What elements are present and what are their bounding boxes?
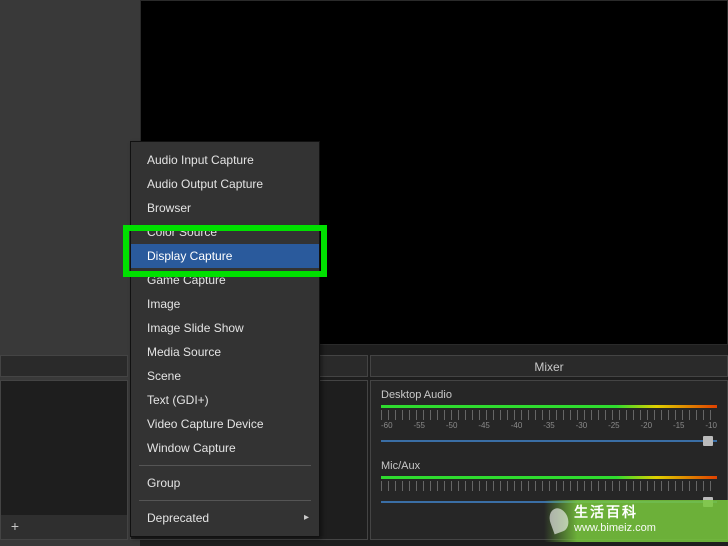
- menu-item-text-gdi[interactable]: Text (GDI+): [131, 388, 319, 412]
- add-source-button[interactable]: +: [7, 519, 23, 535]
- leaf-icon: [546, 506, 571, 535]
- menu-separator: [139, 465, 311, 466]
- mixer-panel-header: Mixer: [370, 355, 728, 377]
- mixer-channel: Desktop Audio -60 -55 -50 -45 -40 -35 -3…: [381, 389, 717, 446]
- vu-scale: [381, 410, 717, 420]
- menu-item-deprecated[interactable]: Deprecated: [131, 506, 319, 530]
- menu-item-media-source[interactable]: Media Source: [131, 340, 319, 364]
- menu-item-group[interactable]: Group: [131, 471, 319, 495]
- sources-toolbar: +: [1, 515, 127, 539]
- vu-scale: [381, 481, 717, 491]
- vu-tick: -60: [381, 421, 393, 430]
- mixer-channel-name: Desktop Audio: [381, 389, 717, 401]
- vu-tick: -55: [413, 421, 425, 430]
- menu-item-display-capture[interactable]: Display Capture: [131, 244, 319, 268]
- menu-separator: [139, 500, 311, 501]
- sources-panel: +: [0, 380, 128, 540]
- vu-tick: -30: [576, 421, 588, 430]
- menu-item-browser[interactable]: Browser: [131, 196, 319, 220]
- menu-item-image-slide-show[interactable]: Image Slide Show: [131, 316, 319, 340]
- menu-item-scene[interactable]: Scene: [131, 364, 319, 388]
- menu-item-audio-output-capture[interactable]: Audio Output Capture: [131, 172, 319, 196]
- vu-tick: -15: [673, 421, 685, 430]
- vu-tick: -25: [608, 421, 620, 430]
- add-source-context-menu[interactable]: Audio Input Capture Audio Output Capture…: [130, 141, 320, 537]
- menu-item-video-capture-device[interactable]: Video Capture Device: [131, 412, 319, 436]
- watermark: 生活百科 www.bimeiz.com: [544, 500, 728, 542]
- menu-item-color-source[interactable]: Color Source: [131, 220, 319, 244]
- vu-meter: [381, 405, 717, 408]
- vu-labels: -60 -55 -50 -45 -40 -35 -30 -25 -20 -15 …: [381, 421, 717, 430]
- watermark-title: 生活百科: [574, 502, 720, 522]
- vu-tick: -35: [543, 421, 555, 430]
- menu-item-image[interactable]: Image: [131, 292, 319, 316]
- vu-meter: [381, 476, 717, 479]
- slider-knob[interactable]: [703, 436, 713, 446]
- vu-tick: -40: [511, 421, 523, 430]
- vu-tick: -45: [478, 421, 490, 430]
- menu-item-audio-input-capture[interactable]: Audio Input Capture: [131, 148, 319, 172]
- vu-tick: -10: [705, 421, 717, 430]
- volume-slider[interactable]: [381, 436, 717, 446]
- menu-item-window-capture[interactable]: Window Capture: [131, 436, 319, 460]
- menu-item-game-capture[interactable]: Game Capture: [131, 268, 319, 292]
- vu-tick: -50: [446, 421, 458, 430]
- watermark-url: www.bimeiz.com: [574, 522, 720, 534]
- vu-tick: -20: [641, 421, 653, 430]
- mixer-channel-name: Mic/Aux: [381, 460, 717, 472]
- sources-panel-header: [0, 355, 128, 377]
